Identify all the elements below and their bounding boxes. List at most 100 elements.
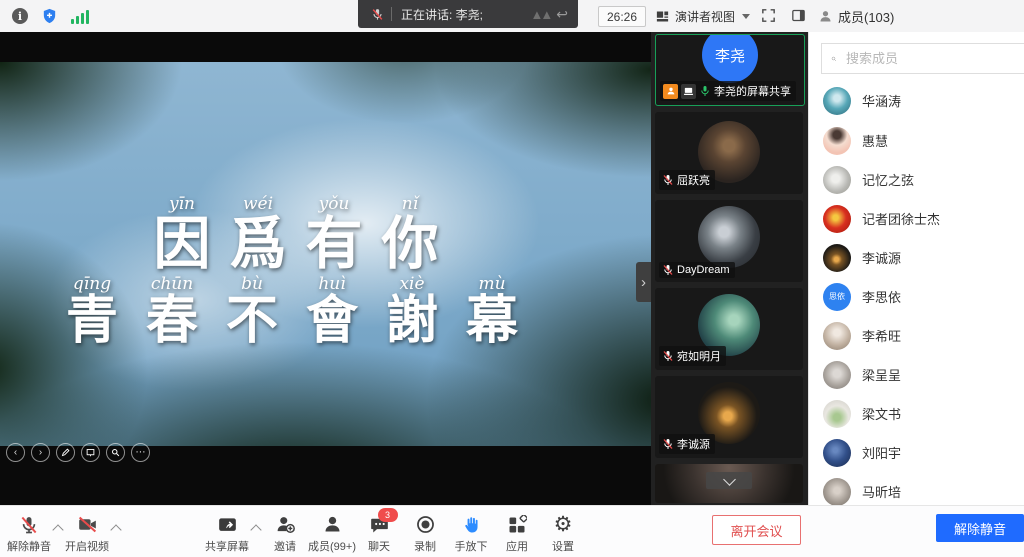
security-shield-icon[interactable]	[41, 7, 58, 25]
settings-button[interactable]: ⚙ 设置	[540, 506, 586, 554]
lyric-line-2: qīng青 chūn春 bù不 huì會 xiè謝 mù幕	[62, 274, 522, 349]
avatar	[823, 87, 851, 115]
button-label: 邀请	[274, 538, 296, 554]
chevron-down-icon	[723, 473, 736, 486]
shared-screen-stage: yīn因 wéi爲 yǒu有 nǐ你 qīng青 chūn春 bù不 huì會 …	[0, 32, 651, 505]
member-row[interactable]: 记忆之弦	[809, 160, 1024, 199]
thumbnail-participant[interactable]: 李诚源	[655, 376, 803, 458]
thumbnail-participant-partial[interactable]	[655, 464, 803, 503]
member-name: 李诚源	[862, 248, 901, 267]
whiteboard-icon[interactable]	[81, 443, 100, 462]
thumbnail-participant[interactable]: DayDream	[655, 200, 803, 282]
thumbnail-participant[interactable]: 宛如明月	[655, 288, 803, 370]
member-row[interactable]: 华涵涛	[809, 81, 1024, 120]
meeting-info-icon[interactable]: i	[12, 8, 28, 24]
start-video-button[interactable]: 开启视频	[64, 506, 110, 554]
mic-options-chevron[interactable]	[52, 524, 63, 535]
camera-off-icon	[76, 514, 99, 535]
invite-button[interactable]: 邀请	[262, 506, 308, 554]
video-thumbnail-strip: 李尧 李尧的屏幕共享	[651, 32, 808, 505]
view-mode-dropdown[interactable]: 演讲者视图	[655, 4, 750, 28]
member-row[interactable]: 梁呈呈	[809, 355, 1024, 394]
speaking-label: 正在讲话: 李尧;	[401, 6, 483, 23]
record-button[interactable]: 录制	[402, 506, 448, 554]
annotation-toolbar: ‹ › ⋯	[6, 443, 150, 462]
button-label: 开启视频	[65, 538, 109, 554]
member-name: 记忆之弦	[862, 170, 914, 189]
avatar: 李尧	[702, 34, 758, 83]
member-name: 华涵涛	[862, 91, 901, 110]
record-icon	[415, 514, 436, 535]
member-row[interactable]: 记者团徐士杰	[809, 199, 1024, 238]
member-row[interactable]: 李诚源	[809, 238, 1024, 277]
muted-mic-icon	[371, 8, 384, 21]
button-label: 共享屏幕	[205, 538, 249, 554]
muted-mic-icon	[662, 438, 674, 450]
thumbnail-label: 屈跃亮	[677, 172, 710, 188]
scroll-down-button[interactable]	[706, 472, 752, 489]
fullscreen-button[interactable]	[760, 7, 777, 29]
video-options-chevron[interactable]	[110, 524, 121, 535]
member-name: 马昕培	[862, 482, 901, 501]
prev-arrow-icon[interactable]: ‹	[6, 443, 25, 462]
member-row[interactable]: 思依李思依	[809, 277, 1024, 316]
member-name: 李希旺	[862, 326, 901, 345]
unmute-primary-button[interactable]: 解除静音	[936, 514, 1024, 542]
muted-mic-icon	[662, 350, 674, 362]
member-row[interactable]: 刘阳宇	[809, 433, 1024, 472]
magnifier-icon[interactable]	[106, 443, 125, 462]
meeting-window: i 正在讲话: 李尧; ▲▲ ↩ 26:26	[0, 0, 1024, 557]
more-options-icon[interactable]: ⋯	[131, 443, 150, 462]
network-signal-icon[interactable]	[71, 9, 89, 24]
thumbnail-label: DayDream	[677, 264, 730, 276]
collapse-strip-handle[interactable]: ›	[636, 262, 651, 302]
annotation-tools-icon[interactable]: ▲▲	[531, 7, 551, 22]
muted-mic-icon	[662, 174, 674, 186]
unmute-toolbar-button[interactable]: 解除静音	[6, 506, 52, 554]
share-options-chevron[interactable]	[250, 524, 261, 535]
button-label: 应用	[506, 538, 528, 554]
members-button[interactable]: 成员(99+)	[308, 506, 356, 554]
avatar	[698, 206, 760, 268]
avatar	[823, 439, 851, 467]
search-icon	[831, 52, 837, 66]
share-screen-icon	[216, 515, 239, 535]
hanzi: 春	[146, 294, 198, 349]
invite-person-icon	[274, 514, 297, 535]
thumbnail-label: 李尧的屏幕共享	[714, 83, 791, 99]
avatar	[823, 361, 851, 389]
chevron-down-icon	[742, 14, 750, 19]
apps-grid-icon	[507, 515, 527, 535]
member-row[interactable]: 李希旺	[809, 316, 1024, 355]
members-count-label: 成员(103)	[838, 7, 894, 26]
member-row[interactable]: 惠慧	[809, 121, 1024, 160]
member-row[interactable]: 梁文书	[809, 394, 1024, 433]
sidebar-toggle-button[interactable]	[790, 7, 807, 29]
hanzi: 你	[382, 214, 439, 274]
apps-button[interactable]: 应用	[494, 506, 540, 554]
person-icon	[818, 9, 833, 24]
host-badge-icon	[663, 84, 678, 99]
members-panel: 华涵涛 惠慧 记忆之弦 记者团徐士杰 李诚源 思依李思依 李希旺 梁呈呈 梁文书…	[808, 32, 1024, 505]
next-arrow-icon[interactable]: ›	[31, 443, 50, 462]
active-mic-icon	[699, 85, 711, 97]
search-input[interactable]	[844, 50, 1024, 67]
thumbnail-participant[interactable]: 屈跃亮	[655, 112, 803, 194]
hanzi: 因	[154, 214, 211, 274]
lower-hand-button[interactable]: 手放下	[448, 506, 494, 554]
member-row[interactable]: 马昕培	[809, 472, 1024, 505]
undo-arrow-icon[interactable]: ↩	[556, 6, 568, 23]
pen-icon[interactable]	[56, 443, 75, 462]
chat-button[interactable]: 3 聊天	[356, 506, 402, 554]
share-screen-button[interactable]: 共享屏幕	[204, 506, 250, 554]
member-search-box[interactable]	[821, 43, 1024, 74]
button-label: 设置	[552, 538, 574, 554]
members-panel-header: 成员(103)	[818, 0, 894, 32]
topbar-left-icons: i	[12, 0, 89, 32]
leave-meeting-button[interactable]: 离开会议	[712, 515, 801, 545]
thumbnail-active-speaker[interactable]: 李尧 李尧的屏幕共享	[655, 34, 805, 106]
speaking-indicator-bar: 正在讲话: 李尧; ▲▲ ↩	[358, 0, 578, 28]
member-name: 梁文书	[862, 404, 901, 423]
member-name: 刘阳宇	[862, 443, 901, 462]
bottom-toolbar: 解除静音 开启视频	[0, 505, 1024, 557]
